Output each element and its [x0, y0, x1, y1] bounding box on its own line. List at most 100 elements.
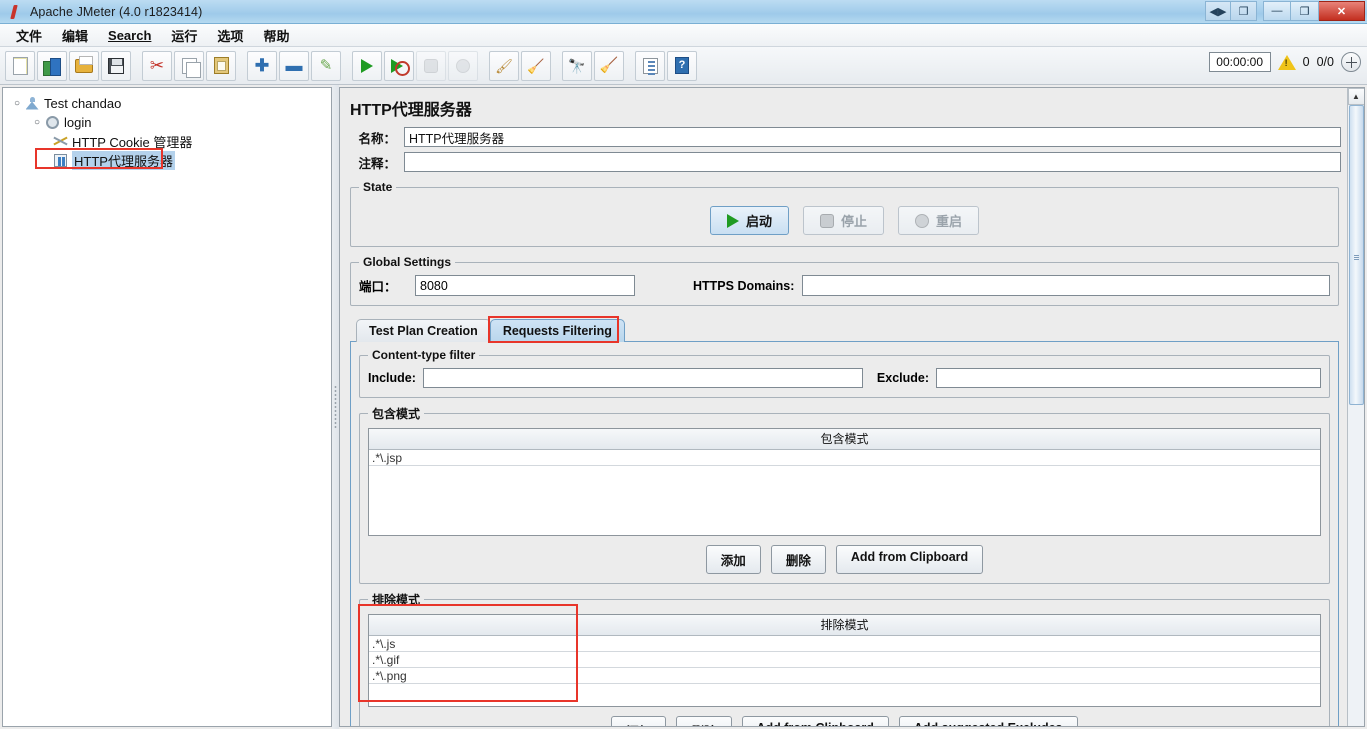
start-no-timers-icon[interactable]: [384, 50, 414, 81]
close-button[interactable]: ✕: [1319, 1, 1365, 21]
new-test-plan-icon[interactable]: [37, 50, 67, 81]
expand-knob-icon[interactable]: ○: [11, 98, 23, 109]
content-type-filter-panel: Content-type filter Include: Exclude:: [359, 348, 1330, 398]
tree-node-thread-group[interactable]: ○ login: [11, 113, 331, 132]
tab-test-plan-creation[interactable]: Test Plan Creation: [356, 319, 491, 342]
menu-help[interactable]: 帮助: [253, 24, 299, 47]
exclude-patterns-panel: 排除模式 排除模式 .*\.js .*\.gif .*\.png 添加 删除 A…: [358, 591, 1330, 726]
tab-requests-filtering[interactable]: Requests Filtering: [489, 319, 625, 342]
stop-icon: [819, 213, 834, 228]
scroll-up-arrow-icon[interactable]: ▲: [1347, 88, 1364, 105]
comment-input[interactable]: [404, 152, 1341, 172]
name-input[interactable]: [404, 127, 1341, 147]
open-icon[interactable]: [69, 50, 99, 81]
editor-scroll-area: HTTP代理服务器 名称： 注释： State 启动: [340, 88, 1347, 726]
include-add-from-clipboard-button[interactable]: Add from Clipboard: [835, 545, 984, 574]
collapse-all-icon[interactable]: ▬: [279, 50, 309, 81]
state-panel: State 启动 停止 重启: [350, 180, 1339, 247]
help-icon[interactable]: ?: [667, 50, 697, 81]
editor-vertical-scrollbar[interactable]: ▲: [1347, 88, 1364, 726]
table-row[interactable]: .*\.jsp: [369, 450, 1320, 466]
function-helper-icon[interactable]: [635, 50, 665, 81]
tree-node-http-proxy-server[interactable]: HTTP代理服务器: [11, 151, 331, 170]
comment-label: 注释：: [358, 156, 396, 171]
exclude-add-button[interactable]: 添加: [611, 716, 667, 726]
thread-count: 0/0: [1316, 55, 1334, 69]
exclude-patterns-legend: 排除模式: [372, 593, 421, 607]
exclude-add-from-clipboard-button[interactable]: Add from Clipboard: [741, 716, 889, 726]
menu-options[interactable]: 选项: [207, 24, 253, 47]
expand-knob-icon[interactable]: ○: [31, 117, 43, 128]
start-proxy-button[interactable]: 启动: [709, 206, 789, 235]
elapsed-timer: 00:00:00: [1208, 52, 1271, 72]
cut-icon[interactable]: ✂: [142, 50, 172, 81]
restart-proxy-button[interactable]: 重启: [898, 206, 980, 235]
tree-node-label: HTTP Cookie 管理器: [72, 135, 193, 150]
exclude-label: Exclude:: [876, 371, 930, 385]
https-domains-label: HTTPS Domains:: [693, 278, 795, 293]
toggle-icon[interactable]: ✎: [311, 50, 341, 81]
window-controls: ◀▶ ❐ — ❐ ✕: [1205, 1, 1365, 21]
tree-node-label: Test chandao: [44, 96, 122, 111]
warning-triangle-icon[interactable]: [1277, 54, 1296, 70]
http-proxy-server-icon: [51, 153, 69, 169]
toolbar-status: 00:00:00 0 0/0: [1208, 52, 1361, 72]
paste-icon[interactable]: [206, 50, 236, 81]
page-title: HTTP代理服务器: [350, 102, 472, 119]
test-plan-icon: [23, 96, 41, 112]
stop-proxy-label: 停止: [840, 214, 867, 229]
exclude-patterns-table[interactable]: 排除模式 .*\.js .*\.gif .*\.png: [368, 614, 1321, 707]
requests-filtering-panel: Content-type filter Include: Exclude: 包含…: [350, 341, 1339, 726]
menu-edit[interactable]: 编辑: [52, 24, 98, 47]
menu-bar: 文件 编辑 Search 运行 选项 帮助: [0, 24, 1367, 47]
shutdown-icon[interactable]: [448, 50, 478, 81]
include-patterns-empty-area[interactable]: [369, 466, 1320, 535]
minimize-button[interactable]: —: [1263, 1, 1291, 21]
comment-field-row: 注释：: [348, 152, 1341, 172]
state-buttons: 启动 停止 重启: [359, 200, 1330, 237]
port-input[interactable]: [415, 275, 635, 296]
stop-proxy-button[interactable]: 停止: [802, 206, 884, 235]
global-settings-panel: Global Settings 端口： HTTPS Domains:: [350, 255, 1339, 306]
table-row[interactable]: .*\.gif: [369, 652, 1320, 668]
clear-all-icon[interactable]: 🧹: [521, 50, 551, 81]
stop-icon[interactable]: [416, 50, 446, 81]
start-proxy-label: 启动: [745, 214, 772, 229]
restart-icon: [915, 213, 929, 228]
scrollbar-track[interactable]: [1347, 105, 1364, 726]
content-type-include-input[interactable]: [422, 368, 863, 388]
name-label: 名称：: [358, 131, 396, 146]
menu-search[interactable]: Search: [98, 26, 161, 45]
include-patterns-table[interactable]: 包含模式 .*\.jsp: [368, 428, 1321, 536]
exclude-delete-button[interactable]: 删除: [676, 716, 732, 726]
search-icon[interactable]: 🔭: [562, 50, 592, 81]
new-document-icon[interactable]: [5, 50, 35, 81]
port-label: 端口：: [359, 280, 397, 294]
search-reset-icon[interactable]: 🧹: [594, 50, 624, 81]
start-icon[interactable]: [352, 50, 382, 81]
menu-run[interactable]: 运行: [161, 24, 207, 47]
tree-node-test-plan[interactable]: ○ Test chandao: [11, 94, 331, 113]
restore-small-icon[interactable]: ❐: [1231, 1, 1257, 21]
table-row[interactable]: .*\.js: [369, 636, 1320, 652]
expand-all-icon[interactable]: ✚: [247, 50, 277, 81]
scrollbar-thumb[interactable]: [1348, 105, 1364, 405]
split-divider[interactable]: [332, 85, 339, 729]
nav-arrows-icon[interactable]: ◀▶: [1205, 1, 1231, 21]
copy-icon[interactable]: [174, 50, 204, 81]
https-domains-input[interactable]: [802, 275, 1330, 296]
maximize-button[interactable]: ❐: [1291, 1, 1319, 21]
include-delete-button[interactable]: 删除: [770, 545, 826, 574]
tree-node-cookie-manager[interactable]: HTTP Cookie 管理器: [11, 132, 331, 151]
tree-node-label: HTTP代理服务器: [72, 151, 175, 170]
add-suggested-excludes-button[interactable]: Add suggested Excludes: [898, 716, 1078, 726]
clear-icon[interactable]: 🖌: [489, 50, 519, 81]
menu-file[interactable]: 文件: [6, 24, 52, 47]
content-type-exclude-input[interactable]: [936, 368, 1321, 388]
table-row[interactable]: .*\.png: [369, 668, 1320, 684]
save-icon[interactable]: [101, 50, 131, 81]
include-patterns-panel: 包含模式 包含模式 .*\.jsp 添加 删除 Add from Clipboa…: [359, 405, 1330, 584]
tree-node-label: login: [64, 115, 92, 130]
include-add-button[interactable]: 添加: [705, 545, 761, 574]
exclude-patterns-empty-area[interactable]: [369, 684, 1320, 706]
